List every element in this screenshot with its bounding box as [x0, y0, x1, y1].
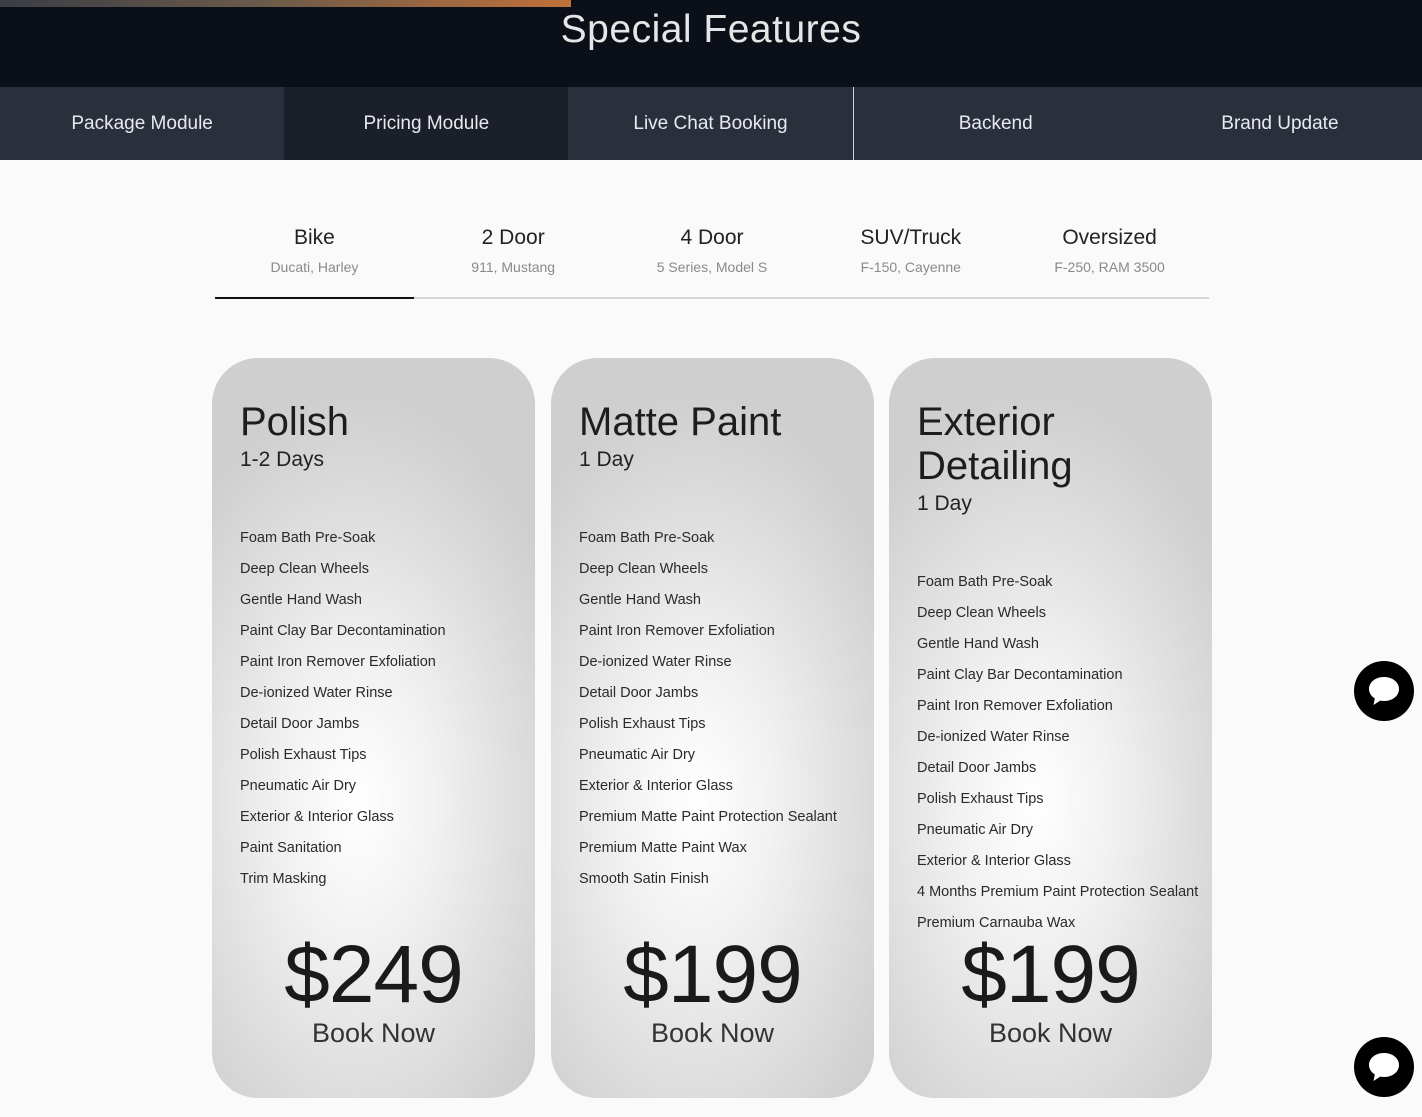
feature-item: Paint Clay Bar Decontamination	[917, 667, 1123, 683]
package-duration: 1 Day	[579, 448, 634, 471]
feature-item: Smooth Satin Finish	[579, 871, 709, 887]
page-title: Special Features	[560, 8, 862, 51]
site-header: Special Features	[0, 0, 1422, 87]
feature-item: Exterior & Interior Glass	[240, 809, 394, 825]
feature-item: Polish Exhaust Tips	[579, 716, 706, 732]
package-price: $199	[623, 929, 802, 1020]
vehicle-tab-examples: F-150, Cayenne	[860, 259, 961, 275]
feature-item: Paint Iron Remover Exfoliation	[240, 654, 436, 670]
book-now-button[interactable]: Book Now	[551, 1018, 874, 1049]
feature-item: Deep Clean Wheels	[917, 605, 1046, 621]
chat-bubble-icon	[1369, 1053, 1399, 1081]
package-feature-list: Foam Bath Pre-Soak Deep Clean Wheels Gen…	[579, 528, 874, 900]
feature-item: Deep Clean Wheels	[240, 561, 369, 577]
feature-item: Premium Matte Paint Protection Sealant	[579, 809, 837, 825]
feature-item: Foam Bath Pre-Soak	[917, 574, 1053, 590]
feature-item: Paint Sanitation	[240, 840, 342, 856]
vehicle-type-tabs: Bike Ducati, Harley 2 Door 911, Mustang …	[215, 222, 1209, 299]
package-card-matte-paint: Matte Paint 1 Day Foam Bath Pre-Soak Dee…	[551, 358, 874, 1098]
tab-backend[interactable]: Backend	[852, 87, 1138, 160]
feature-item: Pneumatic Air Dry	[917, 822, 1034, 838]
vehicle-tab-oversized[interactable]: Oversized F-250, RAM 3500	[1010, 222, 1209, 297]
vehicle-tab-examples: 911, Mustang	[471, 259, 556, 275]
vehicle-tab-examples: 5 Series, Model S	[656, 259, 768, 275]
package-feature-list: Foam Bath Pre-Soak Deep Clean Wheels Gen…	[240, 528, 535, 900]
package-duration: 1-2 Days	[240, 448, 325, 471]
feature-item: 4 Months Premium Paint Protection Sealan…	[917, 884, 1199, 900]
feature-item: De-ionized Water Rinse	[917, 729, 1070, 745]
vehicle-tab-name: SUV/Truck	[860, 226, 962, 249]
vehicle-tab-name: Oversized	[1062, 226, 1157, 249]
vehicle-tab-examples: F-250, RAM 3500	[1054, 259, 1165, 275]
vehicle-tab-name: Bike	[293, 226, 335, 249]
header-accent-bar	[0, 0, 571, 7]
pricing-cards: Polish 1-2 Days Foam Bath Pre-Soak Deep …	[212, 358, 1212, 1098]
feature-item: Polish Exhaust Tips	[240, 747, 367, 763]
feature-item: Detail Door Jambs	[917, 760, 1037, 776]
feature-item: Detail Door Jambs	[579, 685, 699, 701]
vehicle-tab-4-door[interactable]: 4 Door 5 Series, Model S	[613, 222, 812, 297]
vehicle-tab-suv-truck[interactable]: SUV/Truck F-150, Cayenne	[811, 222, 1010, 297]
vehicle-tab-name: 4 Door	[680, 226, 744, 249]
package-title: Polish	[240, 400, 349, 444]
feature-item: Foam Bath Pre-Soak	[240, 530, 376, 546]
feature-item: De-ionized Water Rinse	[240, 685, 393, 701]
package-price: $249	[284, 929, 463, 1020]
book-now-button[interactable]: Book Now	[889, 1018, 1212, 1049]
feature-item: Exterior & Interior Glass	[917, 853, 1071, 869]
book-now-button[interactable]: Book Now	[212, 1018, 535, 1049]
feature-item: Gentle Hand Wash	[579, 592, 701, 608]
feature-item: Trim Masking	[240, 871, 327, 887]
feature-item: Paint Clay Bar Decontamination	[240, 623, 446, 639]
package-feature-list: Foam Bath Pre-Soak Deep Clean Wheels Gen…	[917, 572, 1212, 944]
chat-widget-button[interactable]	[1354, 1037, 1414, 1097]
vehicle-tab-bike[interactable]: Bike Ducati, Harley	[215, 222, 414, 299]
vehicle-tab-name: 2 Door	[481, 226, 545, 249]
chat-widget-button[interactable]	[1354, 661, 1414, 721]
feature-item: Detail Door Jambs	[240, 716, 360, 732]
feature-item: Deep Clean Wheels	[579, 561, 708, 577]
feature-item: Gentle Hand Wash	[917, 636, 1039, 652]
feature-item: Pneumatic Air Dry	[579, 747, 696, 763]
feature-item: Foam Bath Pre-Soak	[579, 530, 715, 546]
feature-item: Premium Matte Paint Wax	[579, 840, 747, 856]
package-title: Matte Paint	[579, 400, 782, 444]
tab-package-module[interactable]: Package Module	[0, 87, 285, 160]
feature-item: Exterior & Interior Glass	[579, 778, 733, 794]
chat-bubble-icon	[1369, 677, 1399, 705]
vehicle-tab-examples: Ducati, Harley	[270, 259, 359, 275]
feature-item: Pneumatic Air Dry	[240, 778, 357, 794]
package-title: Exterior Detailing	[917, 400, 1073, 488]
tab-brand-update[interactable]: Brand Update	[1137, 87, 1422, 160]
package-duration: 1 Day	[917, 492, 972, 515]
feature-item: De-ionized Water Rinse	[579, 654, 732, 670]
module-nav: Package Module Pricing Module Live Chat …	[0, 87, 1422, 160]
package-card-exterior-detailing: Exterior Detailing 1 Day Foam Bath Pre-S…	[889, 358, 1212, 1098]
package-card-polish: Polish 1-2 Days Foam Bath Pre-Soak Deep …	[212, 358, 535, 1098]
package-price: $199	[961, 929, 1140, 1020]
tab-live-chat-booking[interactable]: Live Chat Booking	[568, 87, 853, 160]
feature-item: Paint Iron Remover Exfoliation	[579, 623, 775, 639]
feature-item: Polish Exhaust Tips	[917, 791, 1044, 807]
vehicle-tab-2-door[interactable]: 2 Door 911, Mustang	[414, 222, 613, 297]
feature-item: Paint Iron Remover Exfoliation	[917, 698, 1113, 714]
feature-item: Gentle Hand Wash	[240, 592, 362, 608]
tab-pricing-module[interactable]: Pricing Module	[284, 87, 569, 160]
